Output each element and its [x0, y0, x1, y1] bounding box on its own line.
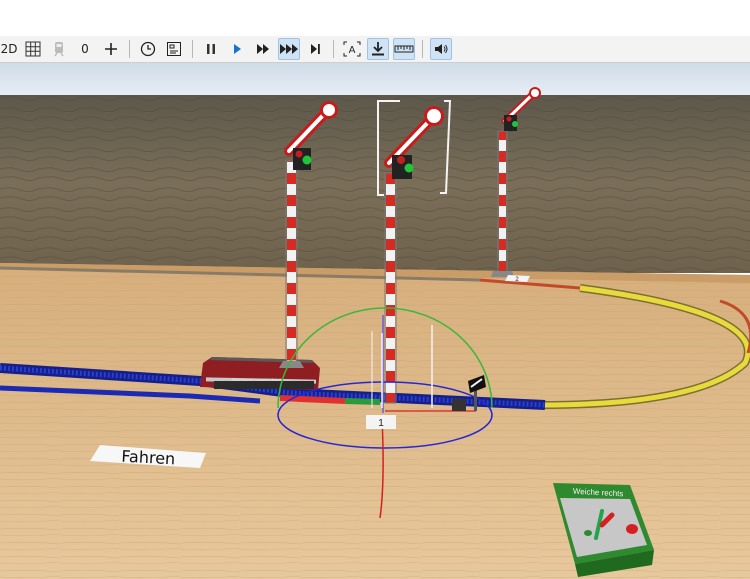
faster-forward-icon	[280, 44, 298, 54]
locomotive[interactable]: DEUTSCHE BUNDESBAHN	[200, 357, 320, 390]
clock-icon	[140, 41, 156, 57]
signal-light-green	[512, 121, 518, 127]
train-button[interactable]	[48, 38, 70, 60]
faster-forward-button[interactable]	[278, 38, 300, 60]
ruler-icon	[394, 45, 414, 53]
ruler-button[interactable]	[393, 38, 415, 60]
switch-green-button[interactable]	[584, 530, 592, 536]
3d-viewport[interactable]: DEUTSCHE BUNDESBAHN 2 1 Fahren Weiche re…	[0, 63, 750, 579]
pause-button[interactable]	[200, 38, 222, 60]
counter-value: 0	[81, 42, 89, 56]
locomotive-lettering: DEUTSCHE BUNDESBAHN	[232, 377, 283, 382]
svg-text:A: A	[349, 45, 356, 56]
track-section-green	[344, 398, 381, 405]
terrain-texture	[0, 95, 750, 273]
signal-light-red	[295, 150, 303, 158]
toolbar-separator	[333, 40, 334, 58]
view-2d-label: 2D	[0, 42, 18, 56]
text-select-icon: A	[343, 41, 361, 57]
train-icon	[54, 42, 64, 57]
view-2d-button[interactable]: 2D	[0, 38, 18, 60]
toolbar: 2D 0 A	[0, 36, 750, 63]
add-icon	[105, 43, 117, 55]
step-forward-button[interactable]	[304, 38, 326, 60]
play-icon	[234, 44, 241, 54]
clock-button[interactable]	[137, 38, 159, 60]
step-forward-icon	[311, 44, 320, 54]
fast-forward-icon	[257, 44, 269, 54]
track-marker-1[interactable]: 1	[366, 415, 396, 429]
grid-icon	[25, 41, 41, 57]
window-top-area	[0, 0, 750, 37]
text-select-button[interactable]: A	[341, 38, 363, 60]
track-marker-1-label: 1	[378, 418, 384, 429]
play-button[interactable]	[226, 38, 248, 60]
signal-light-red	[506, 116, 512, 122]
grid-button[interactable]	[22, 38, 44, 60]
layout-icon	[167, 42, 181, 56]
toolbar-separator	[422, 40, 423, 58]
sound-icon	[435, 44, 448, 54]
signal-light-green	[302, 155, 312, 165]
download-icon	[372, 42, 384, 56]
drive-label: Fahren	[121, 447, 176, 469]
add-button[interactable]	[100, 38, 122, 60]
fast-forward-button[interactable]	[252, 38, 274, 60]
signal-light-red	[397, 156, 405, 164]
switch-red-button[interactable]	[626, 524, 638, 534]
sky	[0, 63, 750, 97]
pause-icon	[207, 44, 215, 54]
download-button[interactable]	[367, 38, 389, 60]
layout-button[interactable]	[163, 38, 185, 60]
signal-light-green	[404, 163, 414, 173]
sound-button[interactable]	[430, 38, 452, 60]
counter: 0	[74, 38, 96, 60]
toolbar-separator	[192, 40, 193, 58]
toolbar-separator	[129, 40, 130, 58]
